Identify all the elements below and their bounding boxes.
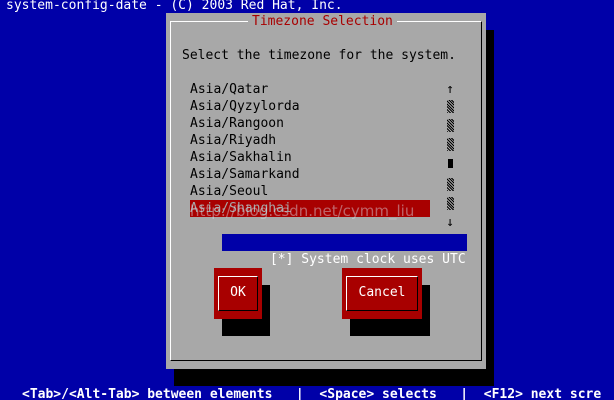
checkbox-mark: [*] [269, 252, 294, 267]
watermark-text: http://blog.csdn.net/cymm_liu [190, 202, 415, 220]
list-item[interactable]: Asia/Riyadh [190, 132, 430, 149]
ok-button-label: OK [218, 276, 258, 311]
scroll-up-arrow-icon[interactable]: ↑ [444, 81, 456, 98]
scrollbar-thumb[interactable] [447, 159, 453, 168]
list-scrollbar[interactable]: ↑ ↓ [444, 81, 456, 231]
list-item[interactable]: Asia/Qatar [190, 81, 430, 98]
ok-button[interactable]: OK [214, 268, 262, 319]
terminal-screen: system-config-date - (C) 2003 Red Hat, I… [0, 0, 614, 400]
scrollbar-track[interactable] [446, 119, 454, 132]
root-window-title: system-config-date - (C) 2003 Red Hat, I… [6, 0, 343, 13]
scrollbar-track[interactable] [446, 197, 454, 210]
list-item[interactable]: Asia/Sakhalin [190, 149, 430, 166]
scroll-down-arrow-icon[interactable]: ↓ [444, 214, 456, 231]
help-bar: <Tab>/<Alt-Tab> between elements | <Spac… [22, 387, 602, 400]
scrollbar-track[interactable] [446, 100, 454, 113]
list-item[interactable]: Asia/Qyzylorda [190, 98, 430, 115]
list-item[interactable]: Asia/Samarkand [190, 166, 430, 183]
scrollbar-track[interactable] [446, 138, 454, 151]
list-item[interactable]: Asia/Rangoon [190, 115, 430, 132]
dialog-title: Timezone Selection [248, 13, 397, 30]
cancel-button[interactable]: Cancel [342, 268, 422, 319]
dialog-prompt: Select the timezone for the system. [182, 48, 456, 63]
list-item[interactable]: Asia/Seoul [190, 183, 430, 200]
cancel-button-label: Cancel [346, 276, 418, 311]
scrollbar-track[interactable] [446, 178, 454, 191]
timezone-list[interactable]: Asia/Qatar Asia/Qyzylorda Asia/Rangoon A… [190, 81, 430, 217]
checkbox-label: System clock uses UTC [301, 252, 466, 267]
utc-checkbox[interactable]: [*] System clock uses UTC [222, 234, 467, 267]
timezone-dialog: Timezone Selection Select the timezone f… [166, 13, 486, 369]
